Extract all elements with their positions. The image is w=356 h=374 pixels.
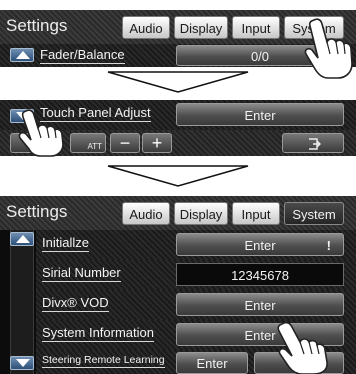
hand-pointer-icon (18, 109, 64, 157)
scrollbar[interactable] (10, 230, 34, 374)
volume-minus-button[interactable]: − (110, 133, 140, 153)
page-title: Settings (6, 16, 68, 35)
volume-plus-button[interactable]: + (142, 133, 172, 153)
tab-system[interactable]: System (284, 202, 344, 225)
scroll-up-icon (16, 235, 30, 243)
divx-vod-enter-button[interactable]: Enter (176, 293, 344, 316)
warning-badge: ! (326, 238, 331, 253)
tab-display[interactable]: Display (174, 16, 228, 39)
initialize-enter-button[interactable]: Enter ! (176, 233, 344, 256)
down-arrow-icon (107, 71, 249, 93)
hand-pointer-icon (304, 18, 353, 79)
hand-pointer-icon (277, 321, 328, 374)
list-item-initialize: Initiallze Enter ! (36, 230, 356, 260)
list-item-divx-vod: Divx® VOD Enter (36, 290, 356, 320)
tab-audio[interactable]: Audio (122, 16, 170, 39)
serial-number-value: 12345678 (176, 263, 344, 286)
fader-balance-label: Fader/Balance (40, 47, 125, 64)
serial-number-label: Sirial Number (42, 265, 121, 282)
scroll-down-icon (16, 359, 30, 367)
system-information-label: System Information (42, 325, 154, 342)
divx-vod-label: Divx® VOD (42, 295, 109, 312)
steering-remote-enter-button[interactable]: Enter (176, 352, 248, 374)
tab-input[interactable]: Input (232, 16, 280, 39)
touch-panel-adjust-enter-button[interactable]: Enter (176, 103, 344, 126)
tab-input[interactable]: Input (232, 202, 280, 225)
initialize-enter-label: Enter (244, 238, 276, 253)
down-arrow-icon (107, 165, 249, 187)
att-button[interactable]: ATT (70, 133, 106, 153)
tab-audio[interactable]: Audio (122, 202, 170, 225)
scroll-up-button[interactable] (10, 48, 34, 62)
initialize-label: Initiallze (42, 235, 89, 252)
list-item-serial-number: Sirial Number 12345678 (36, 260, 356, 290)
steering-remote-label: Steering Remote Learning (42, 354, 165, 368)
tab-display[interactable]: Display (174, 202, 228, 225)
scroll-up-icon (16, 51, 30, 59)
tab-bar: Settings Audio Display Input System (0, 196, 356, 230)
scroll-up-button[interactable] (10, 232, 34, 246)
back-icon (309, 138, 321, 150)
page-title: Settings (6, 202, 68, 221)
att-label: ATT (87, 142, 102, 151)
scroll-down-button[interactable] (10, 356, 34, 370)
back-button[interactable] (282, 133, 344, 153)
